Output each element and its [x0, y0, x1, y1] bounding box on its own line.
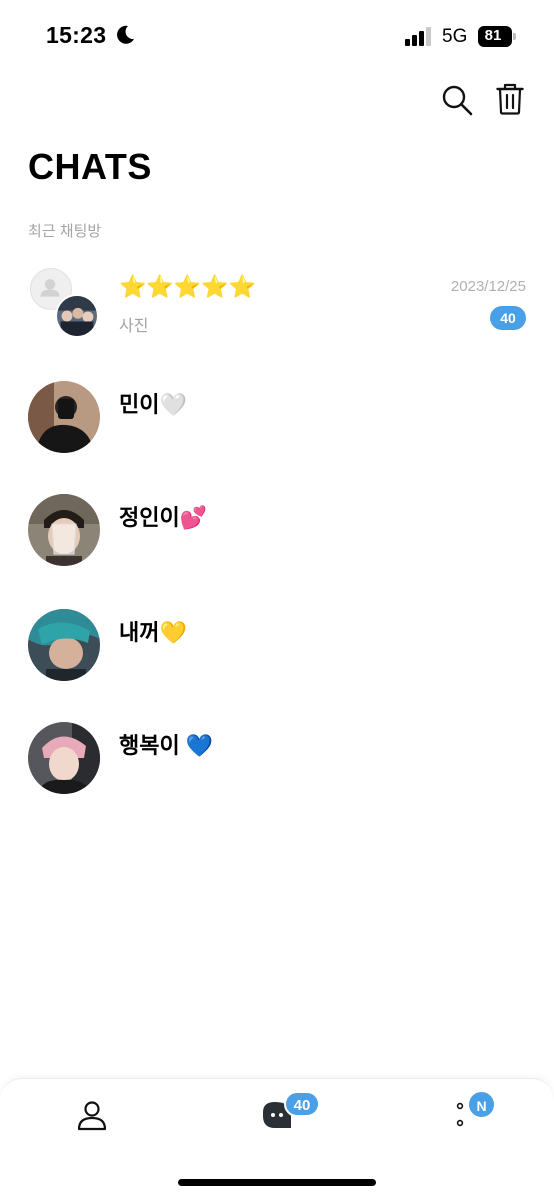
chat-name: ⭐⭐⭐⭐⭐ — [119, 274, 256, 299]
avatar — [28, 722, 100, 794]
signal-icon — [405, 27, 431, 46]
page-title: CHATS — [28, 146, 152, 187]
unread-badge: 40 — [490, 306, 526, 330]
search-icon[interactable] — [441, 84, 473, 116]
chat-row[interactable]: ⭐⭐⭐⭐⭐ 사진 2023/12/25 40 — [0, 258, 554, 358]
chat-name: 정인이💕 — [119, 505, 208, 530]
status-bar: 15:23 5G 81 — [0, 0, 554, 70]
chat-name: 행복이 💙 — [119, 733, 214, 758]
more-icon[interactable] — [455, 1102, 465, 1128]
battery-icon: 81 — [478, 26, 516, 47]
chat-tab-badge: 40 — [284, 1091, 320, 1117]
avatar-photo — [55, 294, 99, 338]
chat-row[interactable]: 민이🤍 — [0, 371, 554, 471]
home-indicator — [178, 1179, 376, 1186]
avatar — [28, 494, 100, 566]
battery-level: 81 — [484, 27, 502, 44]
new-badge: N — [467, 1090, 496, 1119]
trash-icon[interactable] — [496, 83, 524, 115]
person-icon[interactable] — [76, 1099, 108, 1131]
chat-name: 민이🤍 — [119, 392, 187, 417]
avatar — [28, 381, 100, 453]
chat-row[interactable]: 정인이💕 — [0, 484, 554, 584]
section-label: 최근 채팅방 — [28, 223, 102, 240]
chat-name: 내꺼💛 — [119, 620, 187, 645]
status-time: 15:23 — [46, 22, 107, 48]
chat-preview: 사진 — [119, 318, 149, 335]
avatar — [28, 609, 100, 681]
group-avatar — [28, 268, 100, 340]
moon-icon — [117, 25, 134, 44]
chat-row[interactable]: 내꺼💛 — [0, 597, 554, 697]
network-label: 5G — [442, 26, 468, 47]
chat-date: 2023/12/25 — [450, 278, 526, 295]
chat-row[interactable]: 행복이 💙 — [0, 712, 554, 812]
